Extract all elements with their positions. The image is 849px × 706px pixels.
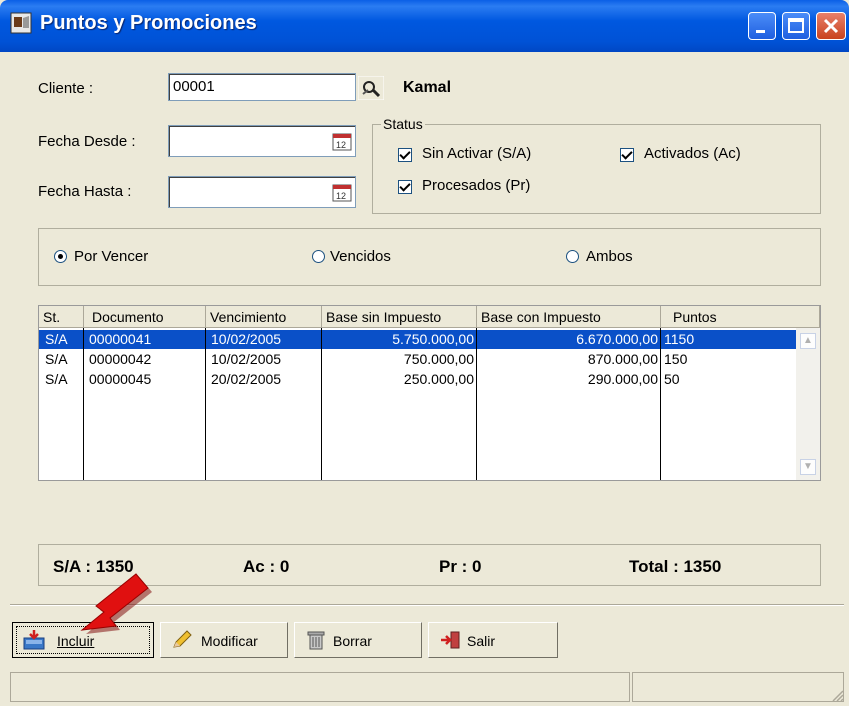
salir-label: Salir [467,633,496,649]
procesados-label: Procesados (Pr) [422,177,531,194]
col-divider [83,328,84,480]
cliente-name: Kamal [403,79,452,96]
pencil-icon [173,630,192,648]
activados-checkbox[interactable] [620,148,634,162]
svg-text:12: 12 [336,140,346,150]
cell-base-sin: 5.750.000,00 [392,331,474,347]
cell-documento: 00000041 [89,331,152,347]
title-bar[interactable]: Puntos y Promociones [0,0,849,52]
close-button[interactable] [816,12,846,40]
cell-base-con: 290.000,00 [587,371,658,387]
maximize-button[interactable] [782,12,810,40]
cell-base-sin: 250.000,00 [403,371,474,387]
col-divider [660,328,661,480]
ambos-label: Ambos [586,248,633,265]
cell-vencimiento: 10/02/2005 [211,331,282,347]
fecha-desde-label: Fecha Desde : [38,133,136,150]
borrar-label: Borrar [333,633,372,649]
trash-icon [307,631,325,650]
vencimiento-filter-group [38,228,821,286]
modificar-button[interactable]: Modificar [160,622,288,658]
cell-base-con: 6.670.000,00 [576,331,658,347]
col-header-documento[interactable]: Documento [84,306,206,328]
total-ac: Ac : 0 [243,557,290,576]
col-header-st[interactable]: St. [39,306,84,328]
vencidos-radio[interactable] [312,250,325,263]
salir-button[interactable]: Salir [428,622,558,658]
maximize-icon [788,18,804,33]
status-bar-panel [10,672,630,702]
svg-text:12: 12 [336,191,346,201]
col-header-vencimiento[interactable]: Vencimiento [206,306,322,328]
sin-activar-checkbox[interactable] [398,148,412,162]
cell-documento: 00000042 [89,351,152,367]
cell-base-con: 870.000,00 [587,351,658,367]
status-bar-panel [632,672,844,702]
app-icon [10,12,32,34]
cell-puntos: 50 [664,371,680,387]
close-icon [823,18,839,34]
cell-vencimiento: 20/02/2005 [211,371,282,387]
calendar-desde-icon[interactable]: 12 [332,132,352,152]
cell-vencimiento: 10/02/2005 [211,351,282,367]
total-general: Total : 1350 [629,557,722,576]
vencidos-label: Vencidos [330,248,391,265]
cell-puntos: 150 [664,351,688,367]
window: Puntos y Promociones Cliente : 00001 Kam… [0,0,849,706]
fecha-desde-input[interactable] [168,125,356,157]
cell-base-sin: 750.000,00 [403,351,474,367]
cliente-input[interactable]: 00001 [168,73,356,101]
cliente-label: Cliente : [38,80,94,97]
add-record-icon [23,630,45,650]
scroll-up-icon[interactable]: ▲ [800,333,816,349]
col-header-base-con[interactable]: Base con Impuesto [477,306,661,328]
fecha-hasta-label: Fecha Hasta : [38,183,132,200]
cell-puntos: 1150 [664,331,695,347]
cell-documento: 00000045 [89,371,152,387]
annotation-arrow-icon [80,573,152,634]
search-client-icon[interactable] [358,76,384,100]
exit-icon [441,631,460,649]
col-divider [476,328,477,480]
window-title: Puntos y Promociones [40,12,257,34]
minimize-icon [756,30,765,33]
fecha-hasta-input[interactable] [168,176,356,208]
cell-st: S/A [45,351,68,367]
cell-st: S/A [45,371,68,387]
por-vencer-label: Por Vencer [74,248,149,265]
ambos-radio[interactable] [566,250,579,263]
activados-label: Activados (Ac) [644,145,741,162]
status-group [372,124,821,214]
documents-table[interactable]: St. Documento Vencimiento Base sin Impue… [38,305,821,481]
cell-st: S/A [45,331,68,347]
scroll-down-icon[interactable]: ▼ [800,459,816,475]
modificar-label: Modificar [201,633,258,649]
col-header-puntos[interactable]: Puntos [661,306,820,328]
procesados-checkbox[interactable] [398,180,412,194]
sin-activar-label: Sin Activar (S/A) [422,145,532,162]
total-pr: Pr : 0 [439,557,482,576]
status-legend: Status [381,116,425,132]
resize-grip-icon[interactable] [830,688,844,702]
minimize-button[interactable] [748,12,776,40]
borrar-button[interactable]: Borrar [294,622,422,658]
col-divider [321,328,322,480]
table-scrollbar[interactable]: ▲ ▼ [796,328,820,480]
por-vencer-radio[interactable] [54,250,67,263]
col-header-base-sin[interactable]: Base sin Impuesto [322,306,477,328]
calendar-hasta-icon[interactable]: 12 [332,183,352,203]
col-divider [205,328,206,480]
